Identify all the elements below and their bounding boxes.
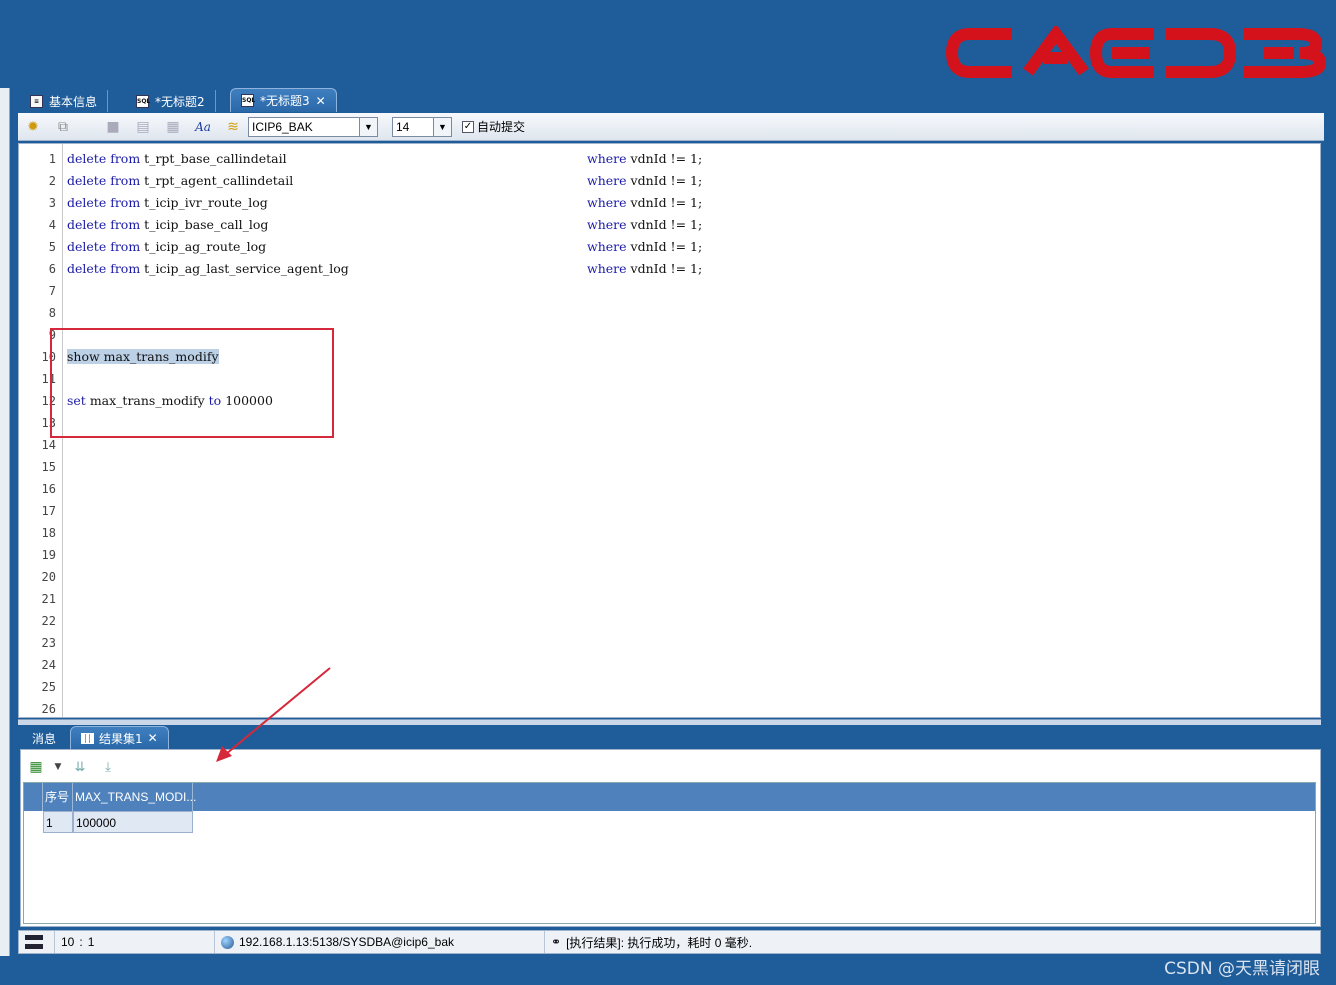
row-selector[interactable] xyxy=(24,811,43,833)
line-number: 4 xyxy=(48,218,56,232)
tab-label: 基本信息 xyxy=(49,94,98,109)
line-number: 2 xyxy=(48,174,56,188)
execution-message: ⚭ [执行结果]: 执行成功，耗时 0 毫秒. xyxy=(545,931,758,953)
tab-label: 消息 xyxy=(32,732,57,746)
result-toolbar: ▦ ▼ ⇊ ⤓ xyxy=(25,754,119,780)
execution-message-text: [执行结果]: 执行成功，耗时 0 毫秒. xyxy=(566,935,753,950)
line-number: 22 xyxy=(41,614,56,628)
fetch-next-icon[interactable]: ⇊ xyxy=(69,757,91,777)
fetch-all-icon[interactable]: ⤓ xyxy=(97,757,119,777)
tab-basic-info[interactable]: ≡ 基本信息 xyxy=(20,90,109,112)
document-icon: ≡ xyxy=(30,94,43,108)
sql-icon: SQL xyxy=(241,94,255,107)
line-number: 1 xyxy=(48,152,56,166)
connection-text: 192.168.1.13:5138/SYSDBA@icip6_bak xyxy=(239,935,454,949)
chevron-down-icon[interactable]: ▼ xyxy=(53,757,63,777)
close-icon[interactable]: ✕ xyxy=(316,94,326,108)
highlight-annotation-box xyxy=(50,328,334,438)
caedb-logo xyxy=(945,26,1326,78)
grid-view-icon[interactable]: ▦ xyxy=(25,757,47,777)
rollback-icon[interactable]: ▦ xyxy=(158,115,188,139)
cursor-col: 1 xyxy=(87,935,95,949)
line-number: 24 xyxy=(41,658,56,672)
table-cell[interactable]: 1 xyxy=(43,811,73,833)
tab-label: 结果集1 xyxy=(99,731,143,746)
cursor-position: 10 : 1 xyxy=(55,931,215,953)
database-icon: ≋ xyxy=(227,118,239,135)
line-number: 26 xyxy=(41,702,56,716)
panel-toggle-icon[interactable] xyxy=(19,931,55,953)
connection-select-value: ICIP6_BAK xyxy=(252,119,313,134)
stop-icon[interactable]: ■ xyxy=(98,115,128,139)
watermark: CSDN @天黑请闭眼 xyxy=(1164,959,1320,979)
commit-icon[interactable]: ▤ xyxy=(128,115,158,139)
connection-select[interactable]: ICIP6_BAK ▼ xyxy=(248,116,378,137)
result-table: 序号 MAX_TRANS_MODI... 1 100000 xyxy=(23,782,1316,924)
code-line: delete from t_rpt_base_callindetail where… xyxy=(67,151,703,166)
execute-gear-icon[interactable]: ✹ xyxy=(18,115,48,139)
line-number: 15 xyxy=(41,460,56,474)
result-pane: ▦ ▼ ⇊ ⤓ 序号 MAX_TRANS_MODI... 1 100000 xyxy=(20,749,1321,927)
globe-icon xyxy=(221,935,234,949)
grid-icon xyxy=(81,732,94,744)
code-line: delete from t_icip_ivr_route_log where vd… xyxy=(67,195,703,210)
line-number: 7 xyxy=(48,284,56,298)
line-number: 17 xyxy=(41,504,56,518)
cursor-separator: : xyxy=(79,935,83,949)
code-line: delete from t_icip_base_call_log where vd… xyxy=(67,217,703,232)
code-line: delete from t_rpt_agent_callindetail wher… xyxy=(67,173,703,188)
tab-result-set-1[interactable]: 结果集1 ✕ xyxy=(70,726,169,749)
line-number: 5 xyxy=(48,240,56,254)
line-number: 21 xyxy=(41,592,56,606)
status-bar: 10 : 1 192.168.1.13:5138/SYSDBA@icip6_ba… xyxy=(18,930,1321,954)
font-size-select-value: 14 xyxy=(396,119,410,134)
line-number: 8 xyxy=(48,306,56,320)
line-number: 20 xyxy=(41,570,56,584)
editor-toolbar: ✹ ⧉ ■ ▤ ▦ Aa ≋ ICIP6_BAK ▼ 14 ▼ ✓ 自动提交 xyxy=(18,113,1324,141)
close-icon[interactable]: ✕ xyxy=(148,731,158,745)
table-cell[interactable]: 100000 xyxy=(73,811,193,833)
chevron-down-icon[interactable]: ▼ xyxy=(433,117,451,136)
line-number: 3 xyxy=(48,196,56,210)
tab-untitled-3[interactable]: SQL *无标题3 ✕ xyxy=(230,88,337,112)
code-line: delete from t_icip_ag_route_log where vdn… xyxy=(67,239,703,254)
line-number: 19 xyxy=(41,548,56,562)
binoculars-icon: ⚭ xyxy=(551,935,562,949)
cursor-line: 10 xyxy=(61,935,75,949)
left-panel-edge xyxy=(0,88,10,956)
checkbox-checked-icon[interactable]: ✓ xyxy=(462,120,474,133)
row-header-corner xyxy=(24,783,43,811)
explain-icon[interactable]: ⧉ xyxy=(48,115,78,139)
sql-icon: SQL xyxy=(136,94,150,108)
tab-untitled-2[interactable]: SQL *无标题2 xyxy=(126,90,216,112)
result-tabbar: 消息 结果集1 ✕ xyxy=(20,725,1321,749)
line-number: 16 xyxy=(41,482,56,496)
auto-commit-checkbox[interactable]: ✓ 自动提交 xyxy=(462,118,525,135)
auto-commit-label: 自动提交 xyxy=(477,120,526,134)
line-number: 18 xyxy=(41,526,56,540)
tab-label: *无标题3 xyxy=(260,94,310,108)
connection-info: 192.168.1.13:5138/SYSDBA@icip6_bak xyxy=(215,931,545,953)
line-number: 25 xyxy=(41,680,56,694)
chevron-down-icon[interactable]: ▼ xyxy=(359,117,377,136)
code-line: delete from t_icip_ag_last_service_agent… xyxy=(67,261,703,276)
line-number: 23 xyxy=(41,636,56,650)
column-header[interactable]: MAX_TRANS_MODI... xyxy=(73,783,196,811)
column-header[interactable]: 序号 xyxy=(43,783,73,811)
table-header: 序号 MAX_TRANS_MODI... xyxy=(24,783,1315,811)
separator xyxy=(78,115,98,139)
tab-label: *无标题2 xyxy=(155,94,205,109)
format-font-icon[interactable]: Aa xyxy=(188,115,218,139)
line-number: 6 xyxy=(48,262,56,276)
editor-tabbar: ≡ 基本信息 SQL *无标题2 SQL *无标题3 ✕ xyxy=(16,88,1326,112)
font-size-select[interactable]: 14 ▼ xyxy=(392,116,452,137)
tab-messages[interactable]: 消息 xyxy=(22,728,66,749)
